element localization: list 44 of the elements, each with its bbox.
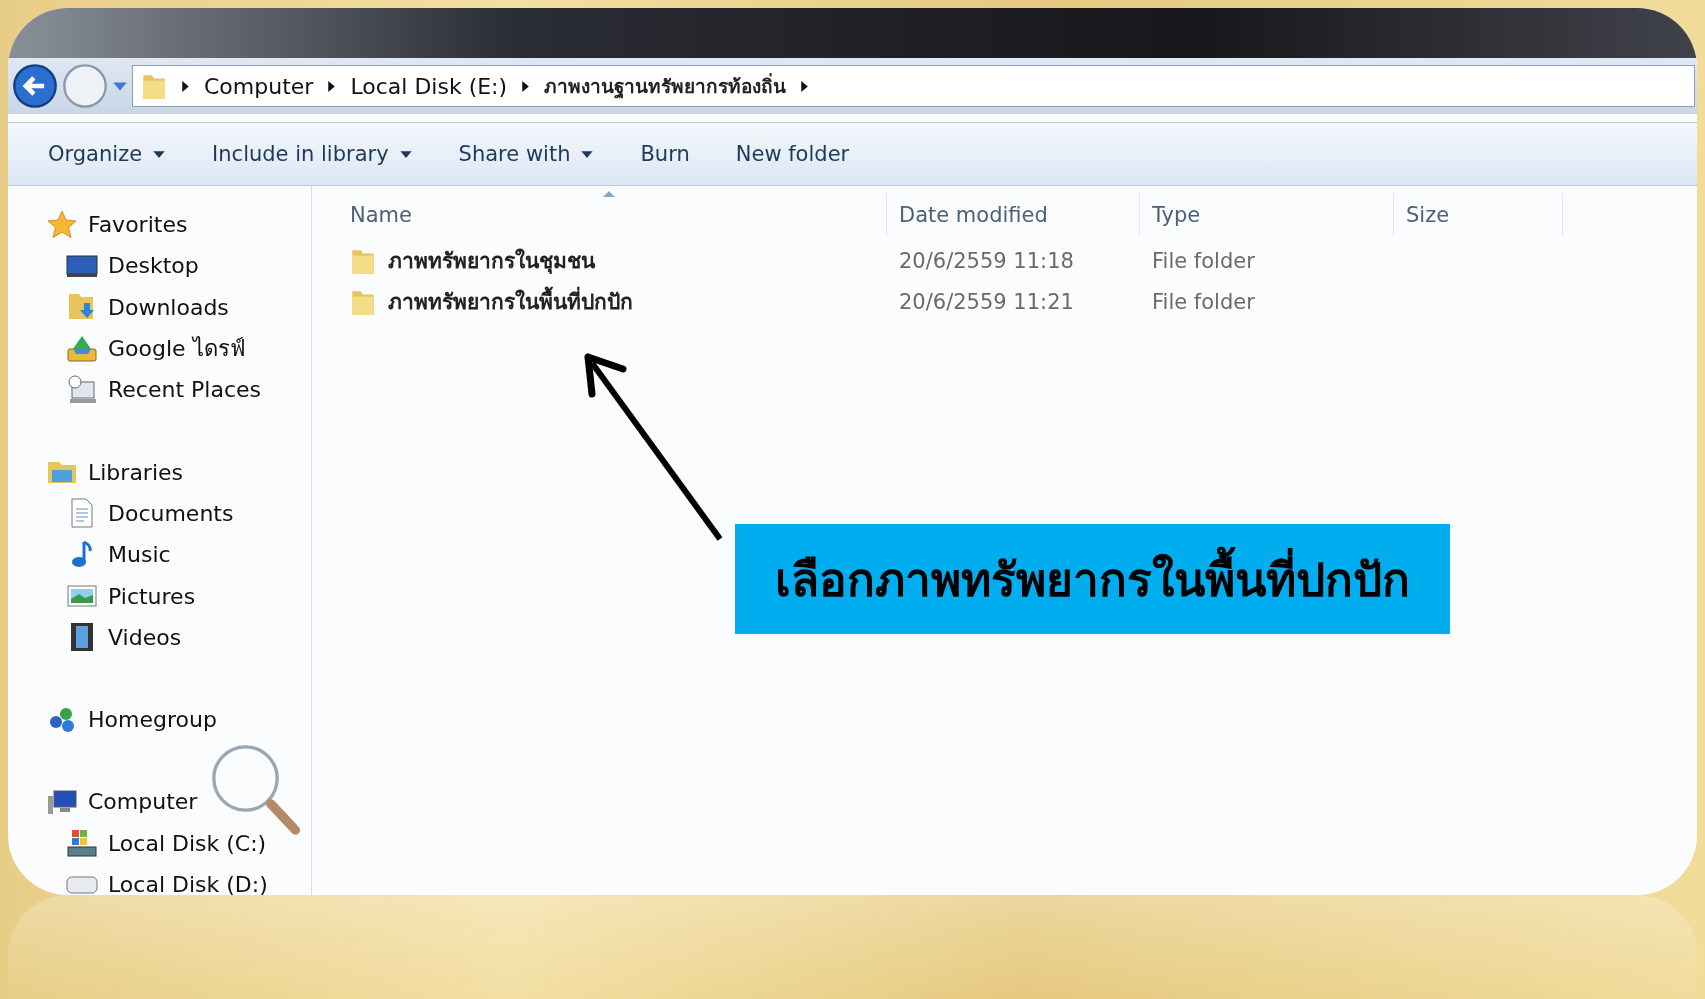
nav-item[interactable]: Desktop	[8, 245, 311, 287]
windows-disk-icon	[66, 827, 98, 860]
nav-item[interactable]: Recent Places	[8, 369, 311, 411]
nav-item[interactable]: Videos	[8, 616, 311, 658]
nav-item[interactable]: Music	[8, 534, 311, 576]
nav-item[interactable]: Downloads	[8, 286, 311, 328]
nav-item[interactable]: Libraries	[8, 451, 311, 493]
nav-item[interactable]: Documents	[8, 492, 311, 535]
nav-item[interactable]: Google ไดรฟ์	[8, 327, 311, 370]
nav-item[interactable]: Homegroup	[8, 698, 311, 741]
file-type: File folder	[1151, 289, 1256, 314]
file-name: ภาพทรัพยากรในพื้นที่ปกปัก	[388, 285, 633, 318]
nav-item[interactable]: Favorites	[8, 204, 311, 246]
toolbar-button[interactable]: Organize	[34, 138, 181, 170]
date-modified: 20/6/2559 11:18	[898, 248, 1075, 273]
sort-caret-icon	[602, 190, 616, 198]
file-row[interactable]: ภาพทรัพยากรในพื้นที่ปกปัก 20/6/2559 11:21 File folder	[312, 281, 1697, 322]
column-header[interactable]: Size	[1394, 193, 1563, 237]
file-name: ภาพทรัพยากรในชุมชน	[388, 247, 595, 276]
nav-item[interactable]: Computer	[8, 781, 311, 823]
toolbar-button[interactable]: Include in library	[198, 138, 427, 170]
toolbar-button[interactable]: New folder	[721, 138, 864, 170]
chevron-icon	[181, 79, 190, 93]
column-header[interactable]: Type	[1140, 193, 1394, 237]
recent-icon	[66, 373, 98, 406]
nav-item[interactable]: Pictures	[8, 575, 311, 617]
chevron-icon	[800, 79, 810, 93]
caret-icon[interactable]	[112, 80, 128, 92]
nav-item[interactable]: Local Disk (C:)	[8, 822, 311, 864]
star-icon	[46, 208, 78, 241]
breadcrumb-item[interactable]: Computer	[204, 73, 314, 99]
breadcrumb-item[interactable]: Local Disk (E:)	[350, 73, 508, 99]
toolbar-button[interactable]: Share with	[444, 138, 609, 170]
address-bar[interactable]: Computer Local Disk (E:) ภาพงานฐานทรัพยากรท้องถิ่น	[132, 65, 1695, 107]
nav-item[interactable]: Local Disk (D:)	[8, 863, 311, 895]
file-type: File folder	[1151, 248, 1256, 273]
date-modified: 20/6/2559 11:21	[898, 289, 1075, 314]
file-row[interactable]: ภาพทรัพยากรในชุมชน 20/6/2559 11:18 File folder	[312, 240, 1697, 281]
toolbar-button[interactable]: Burn	[626, 138, 704, 170]
callout-label: เลือกภาพทรัพยากรในพื้นที่ปกปัก	[735, 524, 1450, 634]
breadcrumb-item[interactable]: ภาพงานฐานทรัพยากรท้องถิ่น	[544, 71, 787, 101]
chevron-icon	[521, 79, 531, 93]
chevron-icon	[327, 79, 337, 93]
column-header[interactable]: Date modified	[887, 193, 1140, 237]
